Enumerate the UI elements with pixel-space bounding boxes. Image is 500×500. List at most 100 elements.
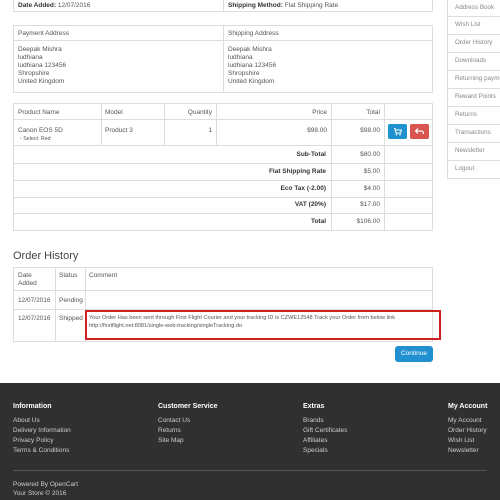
footer-link[interactable]: Privacy Policy [13,437,53,444]
products-header-rule [13,119,433,120]
shopping-cart-icon [394,127,403,136]
footer-link[interactable]: Specials [303,447,328,454]
col-divider [101,103,102,145]
footer-divider [13,470,487,471]
shipping-total-value: $5.00 [363,168,380,175]
eco-tax-label: Eco Tax (-2.00) [280,185,326,192]
col-divider [216,103,217,145]
subtotal-label: Sub-Total [296,151,327,158]
footer-heading-my-account: My Account [448,403,488,410]
site-footer: Information About Us Delivery Informatio… [0,383,500,500]
sidebar-item-transactions[interactable]: Transactions [447,124,500,143]
product-option: - Select: Red [20,136,51,142]
sidebar-item-returning-payments[interactable]: Returning payments [447,70,500,89]
shipping-address-line: United Kingdom [228,78,275,85]
reorder-button[interactable] [388,124,407,139]
col-divider [331,103,332,231]
footer-link[interactable]: Contact Us [158,417,190,424]
footer-link[interactable]: Returns [158,427,181,434]
date-added-value: 12/07/2016 [57,2,91,9]
footer-link[interactable]: Wish List [448,437,474,444]
payment-address-line: ludhiana 123456 [18,62,67,69]
sidebar-item-downloads[interactable]: Downloads [447,52,500,71]
col-header-model: Model [105,109,123,116]
history-header-comment: Comment [89,272,118,279]
payment-address-line: Shropshire [18,70,50,77]
sidebar-item-newsletter[interactable]: Newsletter [447,142,500,161]
footer-link[interactable]: My Account [448,417,482,424]
history-col-divider [55,267,56,342]
shipping-method-value: Flat Shipping Rate [284,2,339,9]
continue-button[interactable]: Continue [395,346,433,362]
col-header-product-name: Product Name [18,109,60,116]
order-details-divider [223,0,224,12]
sidebar-item-wish-list[interactable]: Wish List [447,16,500,35]
sidebar-item-logout[interactable]: Logout [447,160,500,179]
order-history-title: Order History [13,250,79,262]
history-row-status: Shipped [59,315,83,322]
footer-link[interactable]: Brands [303,417,324,424]
totals-row-rule [13,213,433,214]
powered-by: Powered By OpenCart [13,481,79,488]
return-button[interactable] [410,124,429,139]
sidebar-item-address-book[interactable]: Address Book [447,0,500,17]
product-quantity: 1 [208,127,212,134]
grand-total-value: $106.00 [356,218,381,225]
shipping-total-label: Flat Shipping Rate [268,168,326,175]
products-table [13,103,433,231]
grand-total-label: Total [310,218,326,225]
payment-address-line: Deepak Mishra [18,46,62,53]
product-name: Canon EOS 5D [18,127,63,134]
col-header-quantity: Quantity [187,109,212,116]
totals-row-rule [13,180,433,181]
col-divider [164,103,165,145]
payment-address-line: United Kingdom [18,78,65,85]
address-divider [223,25,224,93]
shipping-address-line: Deepak Mishra [228,46,272,53]
footer-heading-customer-service: Customer Service [158,403,218,410]
shipping-address-header: Shipping Address [228,30,279,37]
history-row-status: Pending [59,297,83,304]
col-divider [384,103,385,231]
product-price: $98.00 [307,127,327,134]
totals-row-rule [13,197,433,198]
eco-tax-value: $4.00 [363,185,380,192]
reply-icon [414,128,425,135]
footer-heading-extras: Extras [303,403,325,410]
history-header-date: Date Added [18,272,37,287]
footer-heading-information: Information [13,403,52,410]
payment-address-header: Payment Address [18,30,69,37]
history-header-rule [13,290,433,291]
sidebar-item-reward-points[interactable]: Reward Points [447,88,500,107]
history-row-date: 12/07/2016 [18,315,51,322]
shipping-address-line: ludhiana 123456 [228,62,277,69]
history-row-date: 12/07/2016 [18,297,51,304]
footer-link[interactable]: About Us [13,417,40,424]
vat-value: $17.00 [360,201,380,208]
shipping-address-line: ludhiana [228,54,253,61]
date-added-label: Date Added: 12/07/2016 [18,2,91,9]
sidebar-item-order-history[interactable]: Order History [447,34,500,53]
subtotal-value: $80.00 [360,151,380,158]
sidebar-item-returns[interactable]: Returns [447,106,500,125]
payment-address-line: ludhiana [18,54,43,61]
footer-link[interactable]: Newsletter [448,447,479,454]
col-header-total: Total [366,109,380,116]
totals-row-rule [13,163,433,164]
product-total: $98.00 [360,127,380,134]
shipping-address-line: Shropshire [228,70,260,77]
footer-link[interactable]: Terms & Conditions [13,447,69,454]
footer-link[interactable]: Gift Certificates [303,427,347,434]
copyright: Your Store © 2016 [13,490,67,497]
vat-label: VAT (20%) [294,201,326,208]
product-model: Product 3 [105,127,133,134]
col-header-price: Price [312,109,327,116]
shipping-method-label: Shipping Method: Flat Shipping Rate [228,2,339,9]
footer-link[interactable]: Site Map [158,437,184,444]
history-header-status: Status [59,272,78,279]
footer-link[interactable]: Order History [448,427,487,434]
highlight-box [85,310,441,340]
footer-link[interactable]: Delivery Information [13,427,71,434]
footer-link[interactable]: Affiliates [303,437,327,444]
products-row-rule [13,145,433,146]
